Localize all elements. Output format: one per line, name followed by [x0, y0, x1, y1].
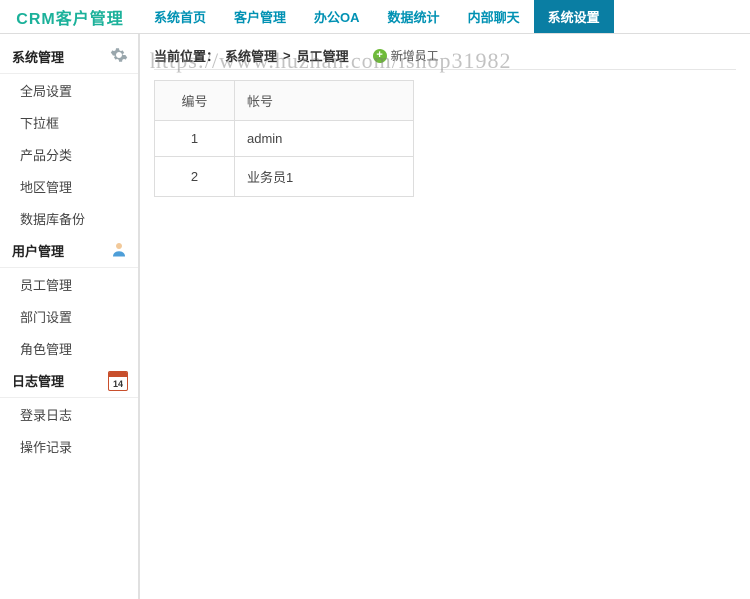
breadcrumb-sep: >	[283, 48, 291, 63]
main-area: 系统管理 全局设置 下拉框 产品分类 地区管理 数据库备份 用户管理 员工管理 …	[0, 34, 750, 599]
th-account: 帐号	[235, 81, 414, 121]
sidebar-group-label: 系统管理	[12, 47, 64, 66]
topnav-stats[interactable]: 数据统计	[374, 0, 454, 33]
sidebar-group-log[interactable]: 日志管理 14	[0, 364, 138, 398]
sidebar-item-staff[interactable]: 员工管理	[0, 268, 138, 300]
plus-icon: +	[373, 49, 387, 63]
topnav-home[interactable]: 系统首页	[140, 0, 220, 33]
cell-id: 1	[155, 121, 235, 157]
topnav-oa[interactable]: 办公OA	[300, 0, 374, 33]
brand-logo: CRM客户管理	[0, 0, 140, 33]
sidebar-item-db-backup[interactable]: 数据库备份	[0, 202, 138, 234]
cell-account: admin	[235, 121, 414, 157]
breadcrumb-prefix: 当前位置：	[154, 46, 219, 65]
th-id: 编号	[155, 81, 235, 121]
cell-id: 2	[155, 157, 235, 197]
table-row[interactable]: 2 业务员1	[155, 157, 414, 197]
sidebar-group-system[interactable]: 系统管理	[0, 40, 138, 74]
sidebar-item-global[interactable]: 全局设置	[0, 74, 138, 106]
breadcrumb-path1[interactable]: 系统管理	[225, 46, 277, 65]
table-row[interactable]: 1 admin	[155, 121, 414, 157]
topnav-chat[interactable]: 内部聊天	[454, 0, 534, 33]
topnav-customer[interactable]: 客户管理	[220, 0, 300, 33]
sidebar-group-label: 用户管理	[12, 241, 64, 260]
add-staff-label: 新增员工	[391, 47, 439, 64]
cell-account: 业务员1	[235, 157, 414, 197]
add-staff-button[interactable]: + 新增员工	[373, 47, 439, 64]
sidebar-item-op-log[interactable]: 操作记录	[0, 430, 138, 462]
topnav-settings[interactable]: 系统设置	[534, 0, 614, 33]
breadcrumb: 当前位置： 系统管理 > 员工管理 + 新增员工	[154, 42, 736, 70]
sidebar: 系统管理 全局设置 下拉框 产品分类 地区管理 数据库备份 用户管理 员工管理 …	[0, 34, 140, 599]
sidebar-item-role[interactable]: 角色管理	[0, 332, 138, 364]
sidebar-group-user[interactable]: 用户管理	[0, 234, 138, 268]
gear-icon	[110, 46, 128, 67]
top-bar: CRM客户管理 系统首页 客户管理 办公OA 数据统计 内部聊天 系统设置	[0, 0, 750, 34]
content-area: 当前位置： 系统管理 > 员工管理 + 新增员工 编号 帐号 1 admin	[140, 34, 750, 599]
sidebar-item-region[interactable]: 地区管理	[0, 170, 138, 202]
table-header-row: 编号 帐号	[155, 81, 414, 121]
sidebar-item-product-cat[interactable]: 产品分类	[0, 138, 138, 170]
sidebar-item-dropdown[interactable]: 下拉框	[0, 106, 138, 138]
staff-table: 编号 帐号 1 admin 2 业务员1	[154, 80, 414, 197]
top-nav: 系统首页 客户管理 办公OA 数据统计 内部聊天 系统设置	[140, 0, 614, 33]
sidebar-item-login-log[interactable]: 登录日志	[0, 398, 138, 430]
sidebar-group-label: 日志管理	[12, 371, 64, 390]
breadcrumb-path2[interactable]: 员工管理	[297, 46, 349, 65]
sidebar-item-dept[interactable]: 部门设置	[0, 300, 138, 332]
calendar-icon: 14	[108, 371, 128, 391]
user-icon	[110, 240, 128, 261]
